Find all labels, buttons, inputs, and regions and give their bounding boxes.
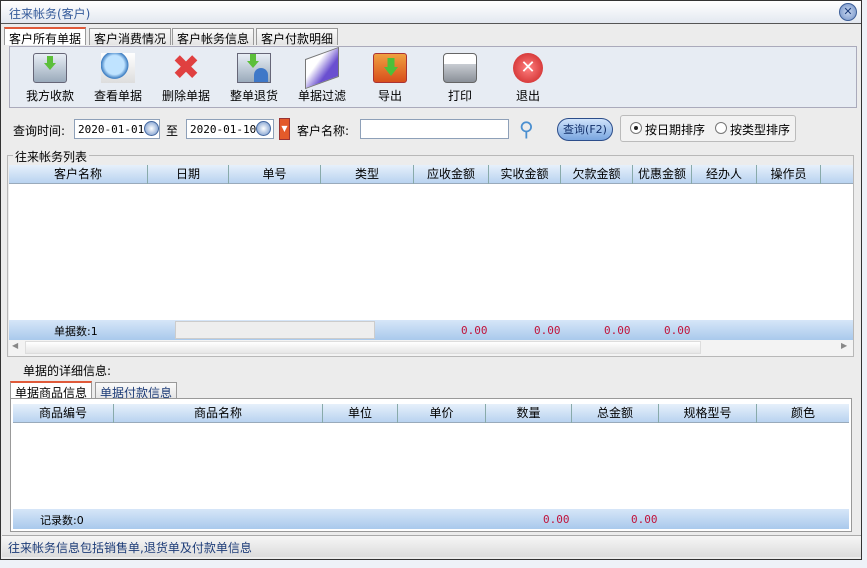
search-icon[interactable]: ⚲ — [519, 117, 534, 141]
delete-document-button[interactable]: ✖ 删除单据 — [154, 48, 218, 104]
date-from-spin-icon[interactable] — [144, 121, 159, 136]
detail-footer: 记录数:0 0.00 0.00 — [13, 509, 849, 529]
col-goods-code[interactable]: 商品编号 — [13, 404, 114, 423]
sum-owed: 0.00 — [604, 324, 631, 337]
toolbar: 我方收款 查看单据 ✖ 删除单据 整单退货 单据过滤 导出 打印 ✕ 退出 — [9, 46, 857, 108]
scroll-left-icon[interactable]: ◀ — [12, 341, 18, 350]
sort-date-label[interactable]: 按日期排序 — [645, 121, 705, 138]
close-icon[interactable]: ✕ — [839, 3, 857, 21]
sort-type-radio[interactable] — [715, 122, 727, 134]
sum-quantity: 0.00 — [543, 513, 570, 526]
col-spec[interactable]: 规格型号 — [659, 404, 757, 423]
receive-payment-button[interactable]: 我方收款 — [18, 53, 82, 104]
query-time-label: 查询时间: — [13, 124, 66, 138]
horizontal-scrollbar[interactable]: ◀ ▶ — [9, 340, 853, 356]
to-label: 至 — [166, 124, 179, 138]
col-customer[interactable]: 客户名称 — [9, 165, 148, 184]
col-unit[interactable]: 单位 — [323, 404, 398, 423]
customer-name-label: 客户名称: — [297, 124, 350, 138]
tab-payment-detail[interactable]: 客户付款明细 — [256, 28, 339, 46]
col-type[interactable]: 类型 — [321, 165, 414, 184]
tab-all-documents[interactable]: 客户所有单据 — [4, 27, 87, 46]
sum-received: 0.00 — [534, 324, 561, 337]
sort-date-radio[interactable] — [630, 122, 642, 134]
exit-button[interactable]: ✕ 退出 — [496, 53, 560, 104]
tab-detail-payment[interactable]: 单据付款信息 — [95, 382, 178, 400]
col-receivable[interactable]: 应收金额 — [414, 165, 489, 184]
col-owed[interactable]: 欠款金额 — [561, 165, 633, 184]
sort-type-label[interactable]: 按类型排序 — [730, 121, 790, 138]
col-color[interactable]: 颜色 — [757, 404, 849, 423]
list-grid[interactable]: 客户名称 日期 单号 类型 应收金额 实收金额 欠款金额 优惠金额 经办人 操作… — [9, 165, 853, 320]
list-header: 客户名称 日期 单号 类型 应收金额 实收金额 欠款金额 优惠金额 经办人 操作… — [9, 165, 853, 184]
record-count: 记录数:0 — [40, 514, 84, 527]
col-unit-price[interactable]: 单价 — [398, 404, 486, 423]
col-quantity[interactable]: 数量 — [486, 404, 572, 423]
date-to-spin-icon[interactable] — [256, 121, 271, 136]
view-document-button[interactable]: 查看单据 — [86, 53, 150, 104]
sum-receivable: 0.00 — [461, 324, 488, 337]
filter-document-button[interactable]: 单据过滤 — [290, 46, 354, 104]
col-discount[interactable]: 优惠金额 — [633, 165, 692, 184]
col-received[interactable]: 实收金额 — [489, 165, 561, 184]
query-button[interactable]: 查询(F2) — [557, 118, 613, 141]
detail-header: 商品编号 商品名称 单位 单价 数量 总金额 规格型号 颜色 — [13, 404, 849, 423]
print-button[interactable]: 打印 — [428, 53, 492, 104]
window: 往来帐务(客户) ✕ 客户所有单据 客户消费情况 客户帐务信息 客户付款明细 我… — [0, 0, 862, 560]
inbox-download-icon — [33, 53, 67, 83]
scroll-thumb[interactable] — [25, 341, 701, 354]
window-title: 往来帐务(客户) — [9, 7, 91, 21]
customer-name-input[interactable] — [360, 119, 509, 139]
col-operator[interactable]: 操作员 — [757, 165, 821, 184]
tab-detail-goods[interactable]: 单据商品信息 — [10, 381, 93, 400]
sum-discount: 0.00 — [664, 324, 691, 337]
col-number[interactable]: 单号 — [229, 165, 321, 184]
magnifier-document-icon — [101, 53, 135, 83]
return-order-button[interactable]: 整单退货 — [222, 53, 286, 104]
col-goods-name[interactable]: 商品名称 — [114, 404, 323, 423]
col-handler[interactable]: 经办人 — [692, 165, 757, 184]
export-button[interactable]: 导出 — [358, 53, 422, 104]
status-text: 往来帐务信息包括销售单,退货单及付款单信息 — [8, 541, 252, 555]
tab-account-info[interactable]: 客户帐务信息 — [172, 28, 255, 46]
printer-icon — [443, 53, 477, 83]
col-date[interactable]: 日期 — [148, 165, 229, 184]
document-count: 单据数:1 — [54, 325, 98, 338]
title-bar: 往来帐务(客户) — [1, 1, 861, 24]
status-bar: 往来帐务信息包括销售单,退货单及付款单信息 — [2, 535, 861, 557]
detail-grid[interactable]: 商品编号 商品名称 单位 单价 数量 总金额 规格型号 颜色 记录数:0 0.0… — [10, 398, 852, 532]
filter-folder-icon — [305, 46, 339, 90]
footer-blank-cell — [175, 321, 375, 339]
exit-circle-icon: ✕ — [513, 53, 543, 83]
detail-label: 单据的详细信息: — [23, 364, 112, 378]
red-x-icon: ✖ — [171, 48, 201, 88]
sum-total: 0.00 — [631, 513, 658, 526]
list-footer: 单据数:1 0.00 0.00 0.00 0.00 — [9, 320, 853, 340]
list-title: 往来帐务列表 — [13, 148, 90, 165]
scroll-right-icon[interactable]: ▶ — [841, 341, 847, 350]
tab-consumption[interactable]: 客户消费情况 — [89, 28, 172, 46]
export-icon — [373, 53, 407, 83]
return-user-icon — [237, 53, 271, 83]
dropdown-arrow-icon[interactable]: ▼ — [279, 118, 290, 140]
col-total[interactable]: 总金额 — [572, 404, 659, 423]
